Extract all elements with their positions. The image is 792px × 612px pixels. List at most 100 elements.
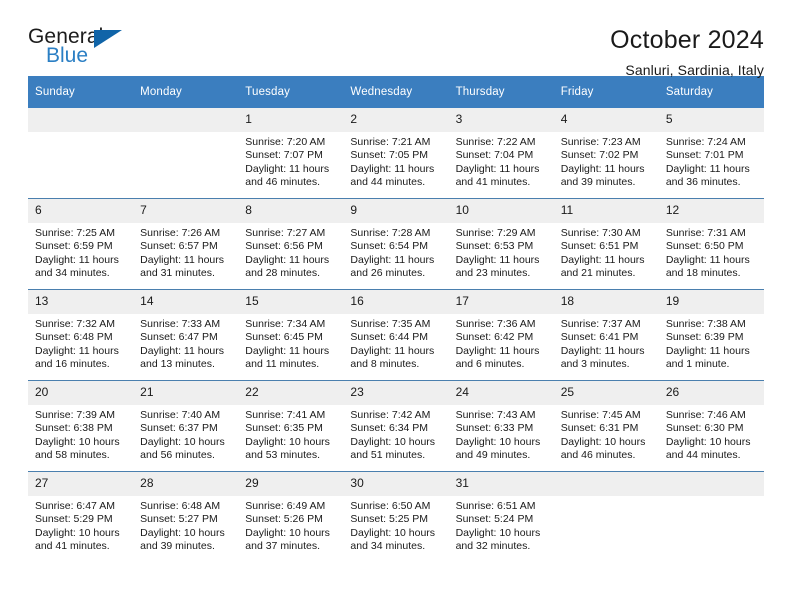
daylight-text-line2: and 23 minutes.: [455, 267, 531, 280]
daylight-text-line1: Daylight: 11 hours: [665, 344, 750, 357]
sunrise-text: Sunrise: 7:21 AM: [350, 136, 431, 148]
day-number: 23: [343, 381, 449, 405]
calendar-day-cell[interactable]: 13 Sunrise: 7:32 AM Sunset: 6:48 PM Dayligh…: [28, 289, 134, 381]
calendar-day-cell[interactable]: 29 Sunrise: 6:49 AM Sunset: 5:26 PM Dayligh…: [238, 471, 344, 562]
daylight-text-line2: and 6 minutes.: [455, 358, 525, 371]
calendar-day-cell[interactable]: 25 Sunrise: 7:45 AM Sunset: 6:31 PM Dayligh…: [553, 380, 659, 472]
page-header: General Blue October 2024 Sanluri, Sardi…: [28, 0, 764, 78]
day-details: Sunrise: 7:24 AM Sunset: 7:01 PM Daylight:…: [659, 132, 764, 190]
day-number: 22: [238, 381, 344, 405]
daylight-text-line2: and 46 minutes.: [560, 449, 636, 462]
day-details: Sunrise: 7:31 AM Sunset: 6:50 PM Daylight:…: [659, 223, 764, 281]
calendar-day-cell[interactable]: 1 Sunrise: 7:20 AM Sunset: 7:07 PM Daylight…: [238, 108, 344, 199]
sunset-text: Sunset: 6:57 PM: [140, 240, 218, 253]
day-number: 21: [133, 381, 239, 405]
daylight-text-line1: Daylight: 11 hours: [245, 253, 330, 266]
calendar-day-cell[interactable]: 17 Sunrise: 7:36 AM Sunset: 6:42 PM Dayligh…: [448, 289, 554, 381]
calendar-day-cell[interactable]: 16 Sunrise: 7:35 AM Sunset: 6:44 PM Dayligh…: [343, 289, 449, 381]
calendar-day-cell[interactable]: 15 Sunrise: 7:34 AM Sunset: 6:45 PM Dayligh…: [238, 289, 344, 381]
day-details: Sunrise: 7:20 AM Sunset: 7:07 PM Daylight:…: [238, 132, 343, 190]
calendar-week-row: 6 Sunrise: 7:25 AM Sunset: 6:59 PM Daylight…: [28, 198, 764, 290]
daylight-text-line2: and 41 minutes.: [35, 540, 110, 553]
sunrise-text: Sunrise: 7:29 AM: [455, 227, 536, 239]
calendar-day-cell[interactable]: 14 Sunrise: 7:33 AM Sunset: 6:47 PM Dayligh…: [133, 289, 239, 381]
calendar-page: General Blue October 2024 Sanluri, Sardi…: [0, 0, 792, 612]
daylight-text-line2: and 18 minutes.: [665, 267, 741, 280]
day-number: 12: [658, 199, 764, 223]
daylight-text-line1: Daylight: 11 hours: [35, 253, 119, 266]
sunrise-text: Sunrise: 7:28 AM: [350, 227, 431, 239]
day-number: 10: [448, 199, 554, 223]
calendar-day-cell[interactable]: 8 Sunrise: 7:27 AM Sunset: 6:56 PM Daylight…: [238, 198, 344, 290]
day-number: 19: [658, 290, 764, 314]
sunrise-text: Sunrise: 7:36 AM: [455, 318, 536, 330]
sunset-text: Sunset: 5:25 PM: [350, 513, 429, 526]
day-number: 14: [133, 290, 239, 314]
day-details: Sunrise: 7:32 AM Sunset: 6:48 PM Daylight:…: [28, 314, 133, 372]
sunset-text: Sunset: 5:26 PM: [245, 513, 323, 526]
daylight-text-line1: Daylight: 11 hours: [455, 162, 540, 175]
day-number: 13: [28, 290, 134, 314]
sunset-text: Sunset: 6:54 PM: [350, 240, 429, 253]
calendar-day-cell[interactable]: 27 Sunrise: 6:47 AM Sunset: 5:29 PM Dayligh…: [28, 471, 134, 562]
sunset-text: Sunset: 6:59 PM: [35, 240, 113, 253]
daylight-text-line2: and 34 minutes.: [350, 540, 426, 553]
calendar-day-cell[interactable]: 11 Sunrise: 7:30 AM Sunset: 6:51 PM Dayligh…: [553, 198, 659, 290]
sunset-text: Sunset: 7:01 PM: [665, 149, 744, 162]
weekday-header-thursday: Thursday: [448, 76, 554, 108]
day-number: 17: [448, 290, 554, 314]
calendar-day-cell[interactable]: 20 Sunrise: 7:39 AM Sunset: 6:38 PM Dayligh…: [28, 380, 134, 472]
day-details: Sunrise: 7:40 AM Sunset: 6:37 PM Daylight:…: [133, 405, 238, 463]
day-details: Sunrise: 6:48 AM Sunset: 5:27 PM Daylight:…: [133, 496, 238, 554]
calendar-day-cell[interactable]: 3 Sunrise: 7:22 AM Sunset: 7:04 PM Daylight…: [448, 108, 554, 199]
calendar-day-cell[interactable]: 9 Sunrise: 7:28 AM Sunset: 6:54 PM Daylight…: [343, 198, 449, 290]
daylight-text-line2: and 44 minutes.: [350, 176, 426, 189]
sunrise-text: Sunrise: 7:39 AM: [35, 409, 115, 421]
sunset-text: Sunset: 6:50 PM: [665, 240, 744, 253]
calendar-empty-cell: [553, 471, 659, 562]
calendar-day-cell[interactable]: 18 Sunrise: 7:37 AM Sunset: 6:41 PM Dayligh…: [553, 289, 659, 381]
sunset-text: Sunset: 6:39 PM: [665, 331, 744, 344]
calendar-day-cell[interactable]: 6 Sunrise: 7:25 AM Sunset: 6:59 PM Daylight…: [28, 198, 134, 290]
day-details: Sunrise: 7:41 AM Sunset: 6:35 PM Daylight:…: [238, 405, 343, 463]
sunrise-text: Sunrise: 7:22 AM: [455, 136, 536, 148]
calendar-day-cell[interactable]: 12 Sunrise: 7:31 AM Sunset: 6:50 PM Dayligh…: [658, 198, 764, 290]
calendar-table: Sunday Monday Tuesday Wednesday Thursday…: [28, 76, 764, 562]
calendar-day-cell[interactable]: 31 Sunrise: 6:51 AM Sunset: 5:24 PM Dayligh…: [448, 471, 554, 562]
sunset-text: Sunset: 5:24 PM: [455, 513, 534, 526]
daylight-text-line2: and 58 minutes.: [35, 449, 110, 462]
calendar-day-cell[interactable]: 4 Sunrise: 7:23 AM Sunset: 7:02 PM Daylight…: [553, 108, 659, 199]
daylight-text-line1: Daylight: 10 hours: [140, 526, 225, 539]
calendar-day-cell[interactable]: 22 Sunrise: 7:41 AM Sunset: 6:35 PM Dayligh…: [238, 380, 344, 472]
daylight-text-line2: and 46 minutes.: [245, 176, 320, 189]
calendar-day-cell[interactable]: 21 Sunrise: 7:40 AM Sunset: 6:37 PM Dayligh…: [133, 380, 239, 472]
day-number: 27: [28, 472, 134, 496]
day-details: Sunrise: 7:29 AM Sunset: 6:53 PM Daylight:…: [449, 223, 554, 281]
daylight-text-line2: and 26 minutes.: [350, 267, 426, 280]
day-details: Sunrise: 7:33 AM Sunset: 6:47 PM Daylight:…: [133, 314, 238, 372]
calendar-day-cell[interactable]: 10 Sunrise: 7:29 AM Sunset: 6:53 PM Dayligh…: [448, 198, 554, 290]
calendar-day-cell[interactable]: 5 Sunrise: 7:24 AM Sunset: 7:01 PM Daylight…: [658, 108, 764, 199]
calendar-day-cell[interactable]: 26 Sunrise: 7:46 AM Sunset: 6:30 PM Dayligh…: [658, 380, 764, 472]
calendar-day-cell[interactable]: 23 Sunrise: 7:42 AM Sunset: 6:34 PM Dayligh…: [343, 380, 449, 472]
day-details: Sunrise: 7:42 AM Sunset: 6:34 PM Daylight:…: [343, 405, 448, 463]
calendar-day-cell[interactable]: 19 Sunrise: 7:38 AM Sunset: 6:39 PM Dayligh…: [658, 289, 764, 381]
daylight-text-line1: Daylight: 10 hours: [455, 435, 541, 448]
calendar-day-cell[interactable]: 7 Sunrise: 7:26 AM Sunset: 6:57 PM Daylight…: [133, 198, 239, 290]
sunrise-text: Sunrise: 7:38 AM: [665, 318, 746, 330]
day-number: 1: [238, 108, 344, 132]
daylight-text-line2: and 13 minutes.: [140, 358, 215, 371]
sunset-text: Sunset: 6:30 PM: [665, 422, 744, 435]
day-details: Sunrise: 6:49 AM Sunset: 5:26 PM Daylight:…: [238, 496, 343, 554]
day-number: 30: [343, 472, 449, 496]
sunset-text: Sunset: 6:51 PM: [560, 240, 639, 253]
page-title: October 2024: [610, 26, 764, 54]
sunrise-text: Sunrise: 6:49 AM: [245, 500, 326, 512]
calendar-day-cell[interactable]: 30 Sunrise: 6:50 AM Sunset: 5:25 PM Dayligh…: [343, 471, 449, 562]
calendar-day-cell[interactable]: 2 Sunrise: 7:21 AM Sunset: 7:05 PM Daylight…: [343, 108, 449, 199]
calendar-day-cell[interactable]: 28 Sunrise: 6:48 AM Sunset: 5:27 PM Dayligh…: [133, 471, 239, 562]
sunrise-text: Sunrise: 7:33 AM: [140, 318, 221, 330]
sunrise-text: Sunrise: 7:24 AM: [665, 136, 746, 148]
daylight-text-line2: and 28 minutes.: [245, 267, 320, 280]
calendar-day-cell[interactable]: 24 Sunrise: 7:43 AM Sunset: 6:33 PM Dayligh…: [448, 380, 554, 472]
